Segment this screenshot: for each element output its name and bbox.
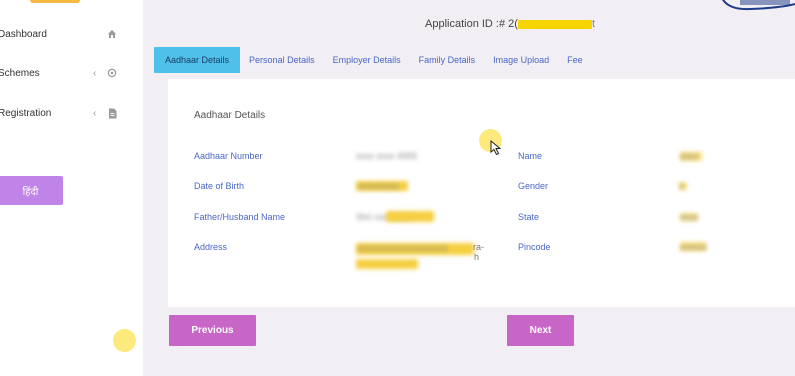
sidebar-item-label: Registration [0, 107, 52, 119]
tab-bar: Aadhaar Details Personal Details Employe… [154, 47, 592, 73]
logo [30, 0, 80, 3]
redacted-highlight [517, 19, 592, 29]
sidebar-item-schemes[interactable]: Schemes ‹ [0, 61, 143, 85]
father-husband-name-label: Father/Husband Name [194, 212, 286, 222]
address-value-suffix: ra- [473, 242, 484, 252]
date-of-birth-value: xx/xx/xxxx [358, 181, 400, 191]
previous-button[interactable]: Previous [169, 315, 256, 346]
redacted-highlight [386, 211, 434, 222]
name-label: Name [518, 151, 543, 161]
state-value: xxxx [680, 212, 698, 222]
cursor-highlight [113, 329, 136, 352]
pincode-value: xxxxxx [680, 242, 707, 252]
gender-value: x [679, 181, 684, 191]
state-label: State [518, 212, 540, 222]
card-title: Aadhaar Details [194, 110, 266, 121]
application-id: Application ID :# 2( t [425, 18, 595, 30]
aadhaar-details-card: Aadhaar Details Aadhaar Number Date of B… [168, 79, 795, 307]
address-value-suffix-2: h [474, 252, 480, 262]
chevron-left-icon: ‹ [93, 67, 97, 79]
tab-image-upload[interactable]: Image Upload [484, 47, 558, 73]
tab-employer-details[interactable]: Employer Details [324, 47, 410, 73]
chevron-left-icon: ‹ [93, 107, 97, 119]
sidebar-item-registration[interactable]: Registration ‹ [0, 101, 143, 125]
sidebar: Dashboard Schemes ‹ Registration ‹ हिंदी [0, 0, 143, 376]
sidebar-item-label: Schemes [0, 67, 40, 79]
tab-personal-details[interactable]: Personal Details [240, 47, 324, 73]
document-icon [106, 107, 118, 119]
next-button[interactable]: Next [507, 315, 574, 346]
hindi-language-button[interactable]: हिंदी [0, 176, 63, 205]
name-value: xxxx [680, 151, 698, 161]
date-of-birth-label: Date of Birth [194, 181, 245, 191]
tab-family-details[interactable]: Family Details [410, 47, 485, 73]
application-id-suffix: t [591, 18, 595, 30]
address-label: Address [194, 242, 228, 252]
address-value: xxxxxxxxxxxxxxxxxxxx [358, 243, 448, 253]
sidebar-item-dashboard[interactable]: Dashboard [0, 22, 143, 46]
redacted-highlight [356, 259, 418, 269]
application-page: Dashboard Schemes ‹ Registration ‹ हिंदी [0, 0, 795, 376]
tab-fee[interactable]: Fee [558, 47, 592, 73]
home-icon [106, 28, 118, 40]
sidebar-item-label: Dashboard [0, 28, 47, 40]
tab-aadhaar-details[interactable]: Aadhaar Details [154, 47, 241, 73]
aadhaar-number-label: Aadhaar Number [194, 151, 263, 161]
gear-icon [106, 67, 118, 79]
brand-logo [722, 0, 795, 11]
mouse-pointer-icon [490, 140, 502, 156]
application-id-label: Application ID :# 2( [425, 18, 518, 30]
gender-label: Gender [518, 181, 549, 191]
aadhaar-number-value: xxxx xxxx 4955 [356, 151, 418, 161]
pincode-label: Pincode [518, 242, 551, 252]
